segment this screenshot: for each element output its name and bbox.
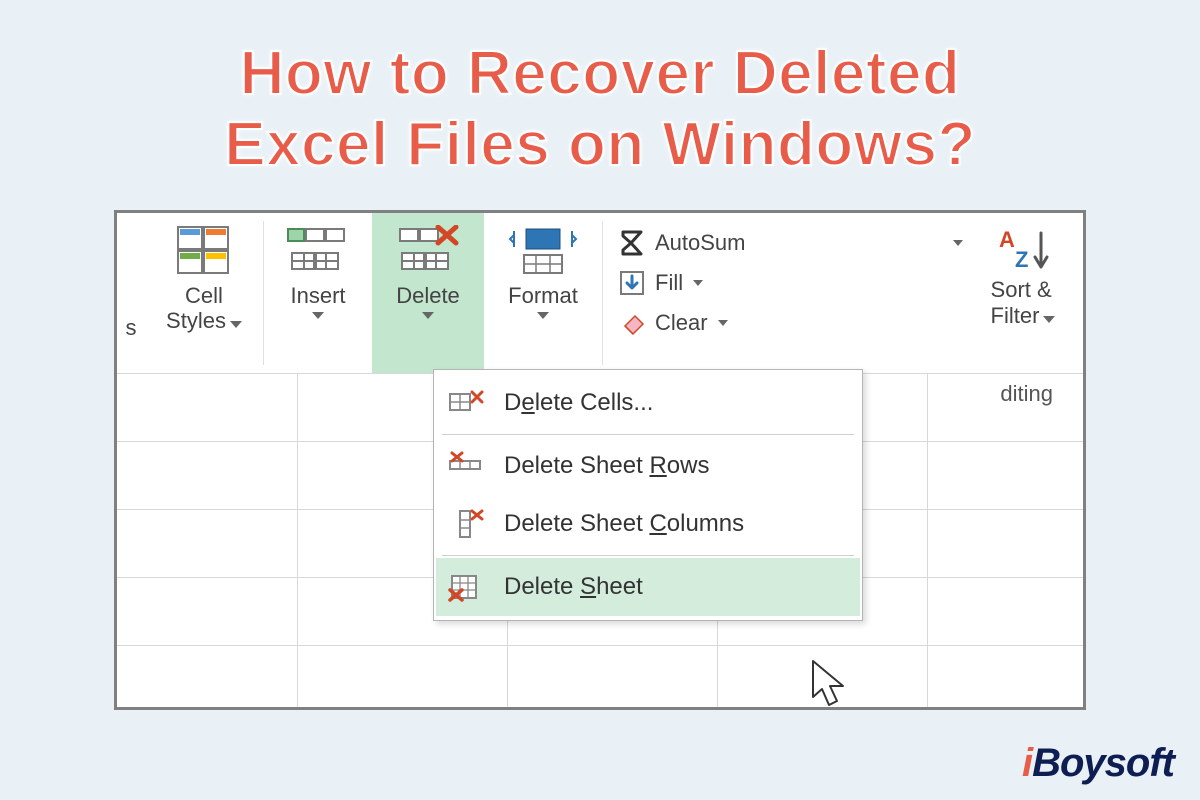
brand-logo: iBoysoft bbox=[1022, 741, 1174, 786]
menu-item-label: Delete Sheet Columns bbox=[504, 510, 744, 538]
chevron-down-icon bbox=[312, 312, 324, 319]
cell-styles-button[interactable]: Cell Styles bbox=[145, 213, 263, 373]
delete-cells-icon bbox=[396, 225, 460, 277]
chevron-down-icon bbox=[422, 312, 434, 319]
clear-button[interactable]: Clear bbox=[617, 303, 963, 343]
menu-delete-cells[interactable]: Delete Cells... bbox=[436, 374, 860, 432]
format-label: Format bbox=[508, 283, 578, 308]
delete-rows-icon bbox=[446, 446, 486, 486]
menu-delete-rows[interactable]: Delete Sheet Rows bbox=[436, 437, 860, 495]
excel-ribbon-panel: diting s Cell Styles bbox=[114, 210, 1086, 710]
autosum-button[interactable]: AutoSum bbox=[617, 223, 963, 263]
delete-sheet-icon bbox=[446, 567, 486, 607]
clear-label: Clear bbox=[655, 310, 708, 336]
chevron-down-icon bbox=[953, 240, 963, 246]
delete-columns-icon bbox=[446, 504, 486, 544]
svg-text:Z: Z bbox=[1015, 247, 1028, 272]
insert-label: Insert bbox=[290, 283, 345, 308]
headline-title: How to Recover Deleted Excel Files on Wi… bbox=[0, 0, 1200, 181]
delete-label: Delete bbox=[396, 283, 460, 308]
mouse-cursor-icon bbox=[811, 659, 849, 714]
sigma-icon bbox=[617, 228, 647, 258]
cutoff-left-button[interactable]: s bbox=[117, 213, 145, 373]
brand-rest: Boysoft bbox=[1032, 741, 1174, 785]
headline-line1: How to Recover Deleted bbox=[240, 39, 961, 108]
menu-delete-columns[interactable]: Delete Sheet Columns bbox=[436, 495, 860, 553]
insert-button[interactable]: Insert bbox=[264, 213, 372, 373]
cutoff-left-label: s bbox=[126, 315, 137, 340]
autosum-label: AutoSum bbox=[655, 230, 746, 256]
sort-az-icon: A Z bbox=[995, 225, 1051, 277]
menu-separator bbox=[442, 555, 854, 556]
sort-filter-button[interactable]: A Z Sort & Filter bbox=[963, 213, 1083, 373]
fill-button[interactable]: Fill bbox=[617, 263, 963, 303]
insert-cells-icon bbox=[286, 225, 350, 277]
chevron-down-icon bbox=[693, 280, 703, 286]
svg-text:A: A bbox=[999, 227, 1015, 252]
cell-styles-icon bbox=[176, 225, 232, 277]
menu-item-label: Delete Cells... bbox=[504, 389, 653, 417]
delete-cells-menu-icon bbox=[446, 383, 486, 423]
fill-down-icon bbox=[617, 268, 647, 298]
cell-styles-label: Cell Styles bbox=[166, 283, 242, 334]
format-icon bbox=[508, 225, 578, 277]
sort-filter-label: Sort & Filter bbox=[991, 277, 1056, 329]
eraser-icon bbox=[617, 308, 647, 338]
editing-group: AutoSum Fill bbox=[603, 213, 963, 373]
ribbon-row: s Cell Styles bbox=[117, 213, 1083, 373]
headline-line2: Excel Files on Windows? bbox=[224, 110, 976, 179]
brand-i: i bbox=[1022, 741, 1032, 785]
menu-separator bbox=[442, 434, 854, 435]
fill-label: Fill bbox=[655, 270, 683, 296]
chevron-down-icon bbox=[537, 312, 549, 319]
menu-item-label: Delete Sheet bbox=[504, 573, 643, 601]
editing-group-label-cut: diting bbox=[1000, 381, 1053, 407]
menu-delete-sheet[interactable]: Delete Sheet bbox=[436, 558, 860, 616]
chevron-down-icon bbox=[718, 320, 728, 326]
delete-dropdown-menu: Delete Cells... Delete Sheet Rows bbox=[433, 369, 863, 621]
delete-button[interactable]: Delete bbox=[372, 213, 484, 373]
format-button[interactable]: Format bbox=[484, 213, 602, 373]
menu-item-label: Delete Sheet Rows bbox=[504, 452, 709, 480]
